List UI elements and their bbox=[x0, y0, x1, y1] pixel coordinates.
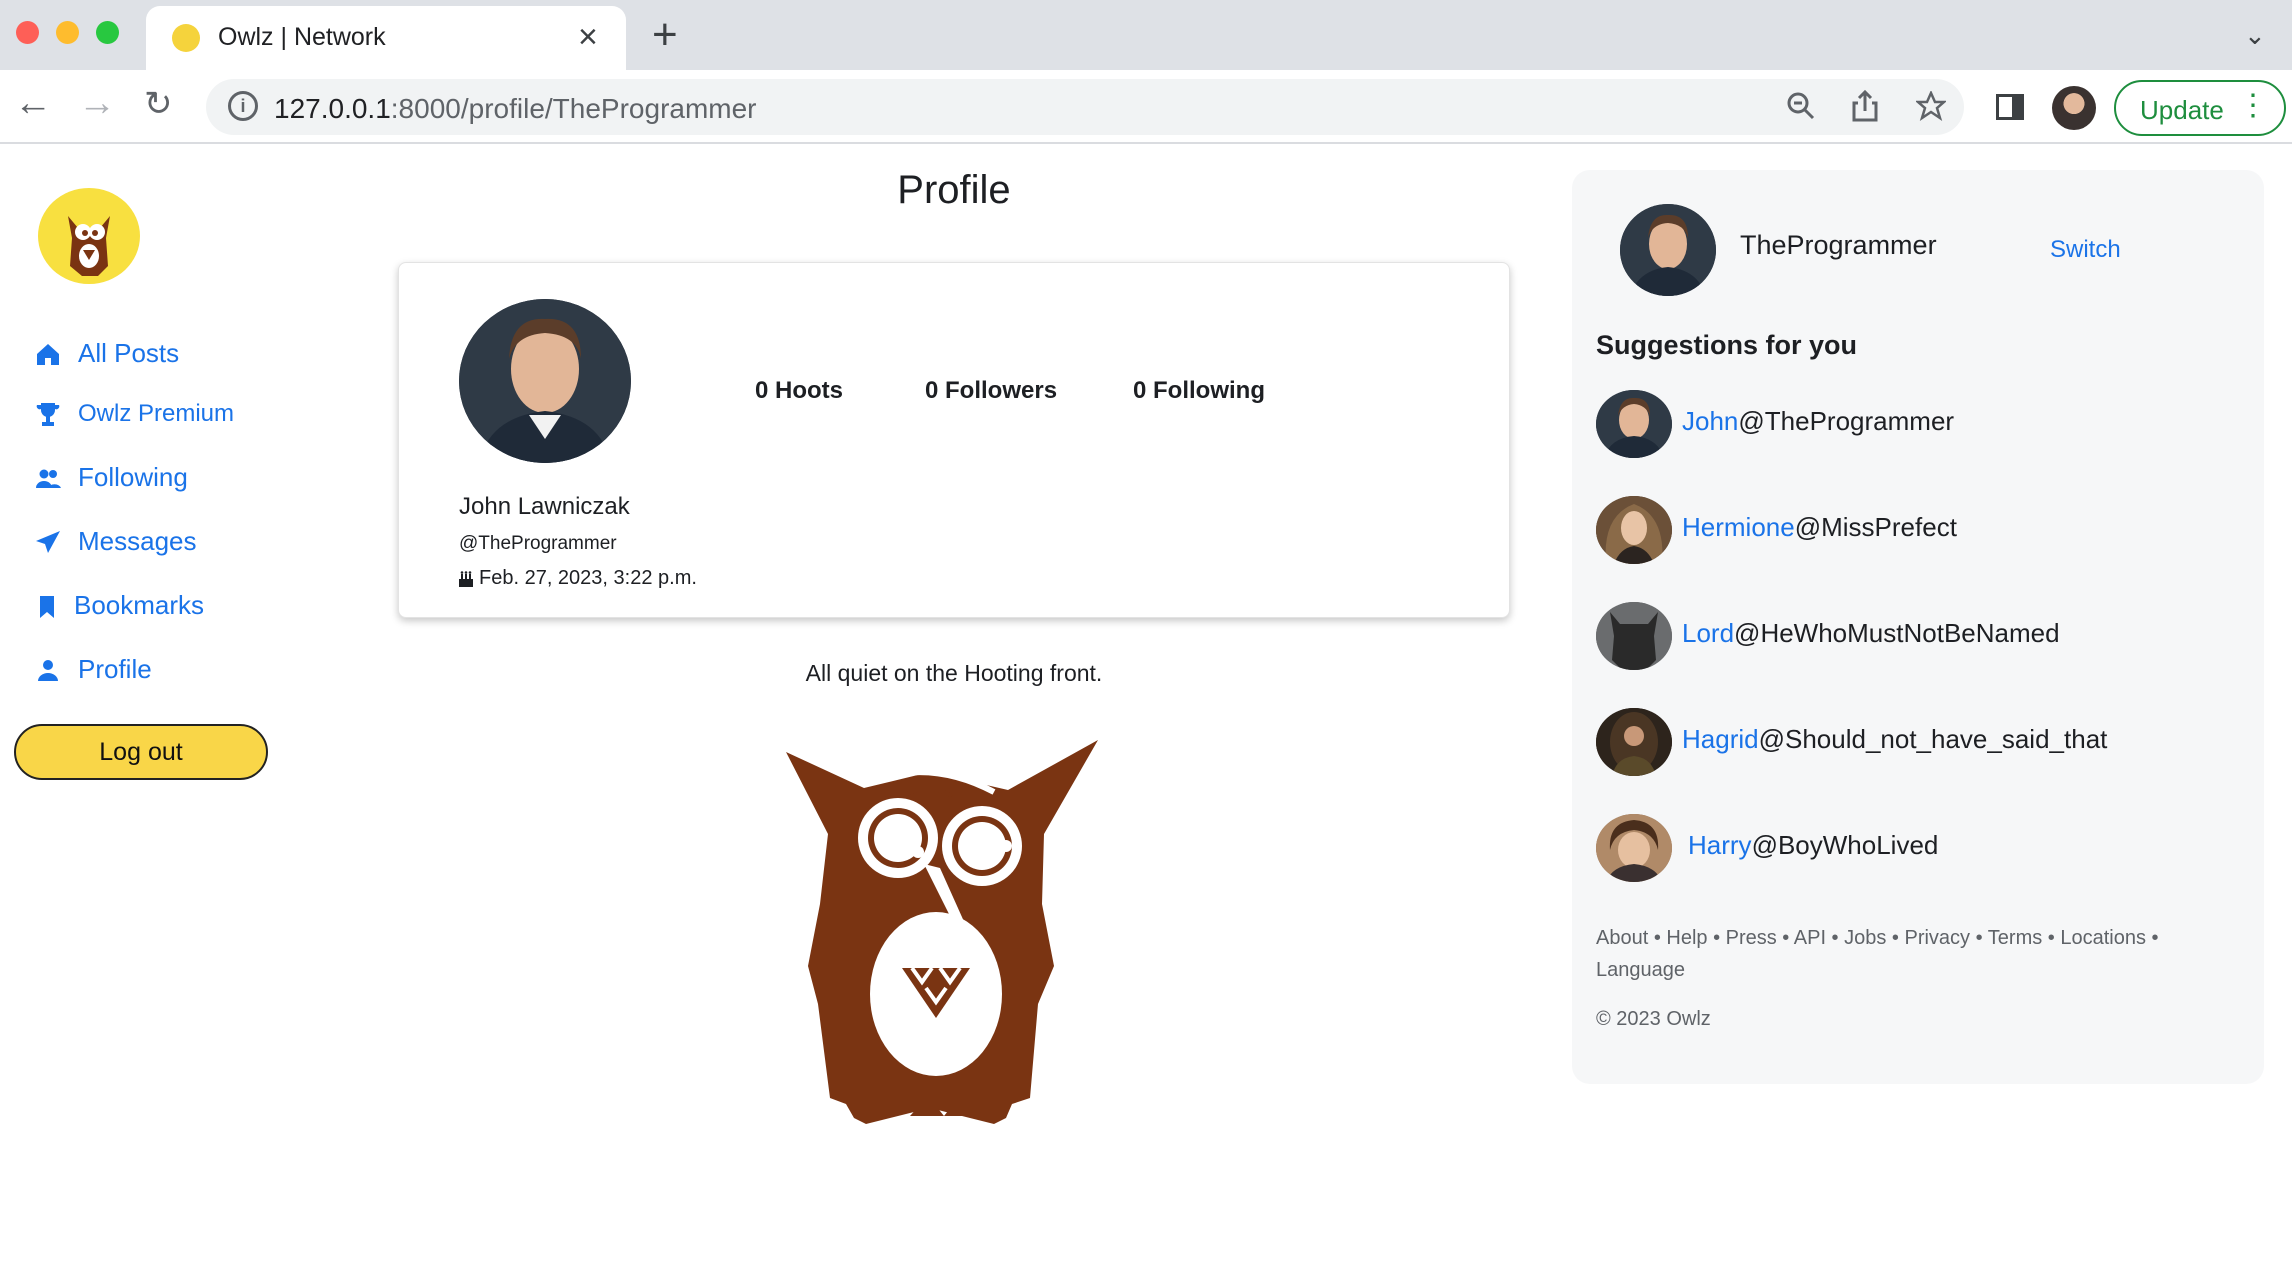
people-icon bbox=[36, 469, 61, 488]
close-window-button[interactable] bbox=[16, 21, 39, 44]
profile-card: 0 Hoots 0 Followers 0 Following John Law… bbox=[398, 262, 1510, 618]
send-icon bbox=[36, 530, 60, 553]
sidebar-item-owlz-premium[interactable]: Owlz Premium bbox=[34, 400, 234, 428]
owl-illustration bbox=[786, 740, 1098, 1124]
share-icon[interactable] bbox=[1850, 89, 1880, 123]
footer-links[interactable]: About • Help • Press • API • Jobs • Priv… bbox=[1596, 922, 2236, 986]
bookmark-icon bbox=[40, 595, 54, 618]
trophy-icon bbox=[36, 403, 60, 426]
zoom-out-icon[interactable] bbox=[1786, 91, 1816, 121]
tab-search-chevron-icon[interactable]: ⌄ bbox=[2244, 20, 2266, 51]
back-arrow-icon[interactable]: ← bbox=[14, 82, 52, 125]
minimize-window-button[interactable] bbox=[56, 21, 79, 44]
update-button[interactable]: Update ⋮ bbox=[2114, 80, 2286, 136]
current-user-name: TheProgrammer bbox=[1740, 230, 1937, 260]
suggestion-name-link[interactable]: Hermione bbox=[1682, 512, 1795, 542]
site-info-icon[interactable]: i bbox=[228, 91, 258, 121]
followers-count[interactable]: 0 Followers bbox=[925, 377, 1057, 405]
profile-full-name: John Lawniczak bbox=[459, 493, 630, 520]
switch-account-link[interactable]: Switch bbox=[2050, 236, 2121, 264]
right-panel: TheProgrammer Switch Suggestions for you… bbox=[1572, 170, 2264, 1084]
browser-tab-bar: Owlz | Network × + ⌄ bbox=[0, 0, 2292, 70]
suggestion-avatar[interactable] bbox=[1596, 814, 1672, 882]
logout-button[interactable]: Log out bbox=[14, 724, 268, 780]
sidebar-item-bookmarks[interactable]: Bookmarks bbox=[34, 590, 204, 621]
profile-handle: @TheProgrammer bbox=[459, 533, 617, 554]
forward-arrow-icon[interactable]: → bbox=[78, 82, 116, 125]
more-vert-icon[interactable]: ⋮ bbox=[2238, 88, 2268, 123]
url-text[interactable]: 127.0.0.1:8000/profile/TheProgrammer bbox=[274, 93, 757, 125]
home-icon bbox=[37, 343, 59, 365]
suggestions-title: Suggestions for you bbox=[1596, 330, 1858, 360]
cake-icon bbox=[459, 570, 473, 587]
joined-date: Feb. 27, 2023, 3:22 p.m. bbox=[457, 567, 697, 590]
suggestion-name-link[interactable]: Harry bbox=[1688, 830, 1752, 860]
suggestion-name-link[interactable]: Lord bbox=[1682, 618, 1734, 648]
maximize-window-button[interactable] bbox=[96, 21, 119, 44]
sidebar-item-following[interactable]: Following bbox=[34, 462, 188, 493]
profile-avatar[interactable] bbox=[459, 299, 631, 463]
hoots-count[interactable]: 0 Hoots bbox=[755, 377, 843, 405]
suggestion-name-link[interactable]: Hagrid bbox=[1682, 724, 1759, 754]
bookmark-star-icon[interactable] bbox=[1916, 91, 1946, 121]
current-user-avatar[interactable] bbox=[1620, 204, 1716, 296]
address-bar[interactable]: i 127.0.0.1:8000/profile/TheProgrammer bbox=[206, 79, 1964, 135]
sidebar-item-messages[interactable]: Messages bbox=[34, 526, 197, 557]
new-tab-button[interactable]: + bbox=[652, 10, 678, 60]
suggestion-avatar[interactable] bbox=[1596, 390, 1672, 458]
suggestion-avatar[interactable] bbox=[1596, 602, 1672, 670]
copyright-text: © 2023 Owlz bbox=[1596, 1008, 1711, 1030]
suggestion-name-link[interactable]: John bbox=[1682, 406, 1738, 436]
owl-favicon-icon bbox=[172, 24, 200, 52]
following-count[interactable]: 0 Following bbox=[1133, 377, 1265, 405]
tab-title: Owlz | Network bbox=[218, 23, 386, 51]
sidebar-item-all-posts[interactable]: All Posts bbox=[34, 338, 179, 369]
chrome-profile-avatar[interactable] bbox=[2052, 86, 2096, 130]
suggestion-avatar[interactable] bbox=[1596, 708, 1672, 776]
side-panel-icon[interactable] bbox=[1996, 94, 2024, 120]
browser-toolbar: ← → ↻ i 127.0.0.1:8000/profile/TheProgra… bbox=[0, 70, 2292, 144]
suggestion-avatar[interactable] bbox=[1596, 496, 1672, 564]
browser-tab[interactable]: Owlz | Network × bbox=[146, 6, 626, 70]
reload-icon[interactable]: ↻ bbox=[144, 84, 173, 124]
close-tab-icon[interactable]: × bbox=[578, 18, 598, 57]
